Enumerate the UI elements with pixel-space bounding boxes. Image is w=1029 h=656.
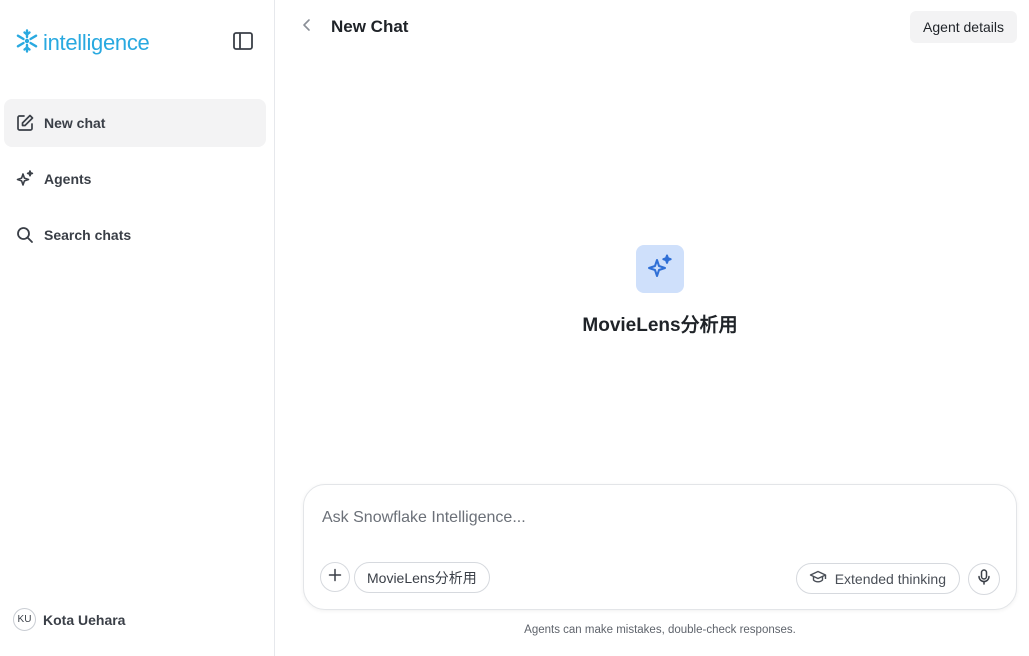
agent-hero-icon <box>636 245 684 293</box>
extended-thinking-label: Extended thinking <box>834 570 946 587</box>
graduation-cap-icon <box>809 569 827 588</box>
agent-details-button[interactable]: Agent details <box>910 11 1017 43</box>
sidebar-panel-icon <box>232 31 254 56</box>
disclaimer-text: Agents can make mistakes, double-check r… <box>524 624 796 636</box>
brand-logo[interactable]: intelligence <box>14 28 150 59</box>
chat-composer: MovieLens分析用 Extended thinking <box>303 484 1017 610</box>
brand-name: intelligence <box>43 30 150 55</box>
plus-icon <box>328 568 342 587</box>
sidebar-item-label: Agents <box>44 171 92 187</box>
user-profile[interactable]: KU Kota Uehara <box>13 608 125 631</box>
sidebar-item-label: Search chats <box>44 227 132 243</box>
voice-input-button[interactable] <box>968 563 1000 595</box>
agent-name-heading: MovieLens分析用 <box>582 315 738 336</box>
sidebar-toggle-button[interactable] <box>229 30 257 56</box>
sidebar-item-label: New chat <box>44 115 106 131</box>
sparkle-icon <box>15 169 35 189</box>
back-button[interactable] <box>296 16 318 38</box>
chevron-left-icon <box>300 18 314 37</box>
sidebar-item-agents[interactable]: Agents <box>4 155 266 203</box>
avatar: KU <box>13 608 36 631</box>
sparkles-icon <box>645 252 675 287</box>
user-name: Kota Uehara <box>43 611 126 628</box>
page-title: New Chat <box>331 17 409 36</box>
add-attachment-button[interactable] <box>320 562 350 592</box>
agent-selector-chip[interactable]: MovieLens分析用 <box>354 562 490 593</box>
microphone-icon <box>977 568 991 590</box>
sidebar-item-search-chats[interactable]: Search chats <box>4 211 266 259</box>
sidebar: intelligence New chat Agents Search chat… <box>0 0 275 656</box>
edit-icon <box>15 113 35 133</box>
main-panel: New Chat Agent details MovieLens分析用 Movi… <box>276 0 1029 656</box>
search-icon <box>15 225 35 245</box>
extended-thinking-toggle[interactable]: Extended thinking <box>795 563 960 594</box>
snowflake-icon <box>14 28 40 59</box>
sidebar-item-new-chat[interactable]: New chat <box>4 99 266 147</box>
sidebar-nav: New chat Agents Search chats <box>4 99 266 267</box>
message-input[interactable] <box>322 505 982 531</box>
